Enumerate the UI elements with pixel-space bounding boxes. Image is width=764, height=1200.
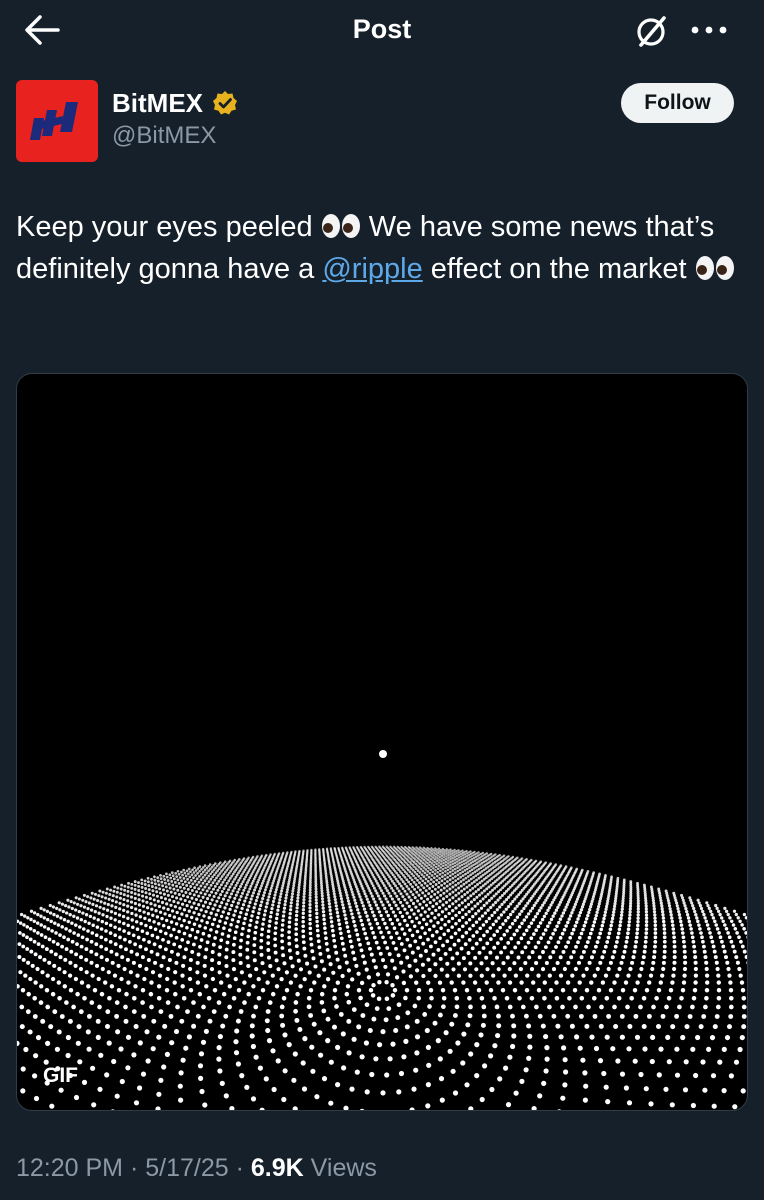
bitmex-logo-icon [30, 102, 78, 140]
post-date: 5/17/25 [145, 1154, 229, 1182]
separator: · [129, 1154, 139, 1182]
author-display-name[interactable]: BitMEX [112, 88, 203, 119]
post-text: Keep your eyes peeled We have some news … [16, 206, 746, 290]
author-name-row: BitMEX [112, 86, 239, 120]
grok-button[interactable] [630, 10, 672, 52]
author-handle[interactable]: @BitMEX [112, 122, 216, 150]
more-horizontal-icon [691, 26, 727, 34]
gold-verified-badge-icon[interactable] [211, 89, 239, 117]
mention-link[interactable]: @ripple [322, 253, 422, 285]
gif-badge: GIF [43, 1064, 78, 1087]
post-time: 12:20 PM [16, 1154, 124, 1182]
separator: · [235, 1154, 244, 1182]
post-text-part-3: effect on the market [430, 253, 687, 285]
gif-media[interactable]: GIF [16, 373, 748, 1111]
eyes-emoji-icon [321, 214, 360, 238]
post-text-part-1: Keep your eyes peeled [16, 211, 313, 243]
grok-slash-circle-icon [637, 16, 666, 47]
views-label: Views [310, 1154, 377, 1182]
avatar[interactable] [16, 80, 98, 162]
ripple-dots-animation [17, 750, 747, 1110]
post-metadata: 12:20 PM · 5/17/25 · 6.9K Views [16, 1154, 377, 1183]
top-bar: Post [0, 0, 764, 60]
more-options-button[interactable] [688, 14, 730, 46]
eyes-emoji-icon [695, 256, 734, 280]
follow-button[interactable]: Follow [621, 83, 734, 123]
views-count[interactable]: 6.9K [251, 1154, 304, 1182]
